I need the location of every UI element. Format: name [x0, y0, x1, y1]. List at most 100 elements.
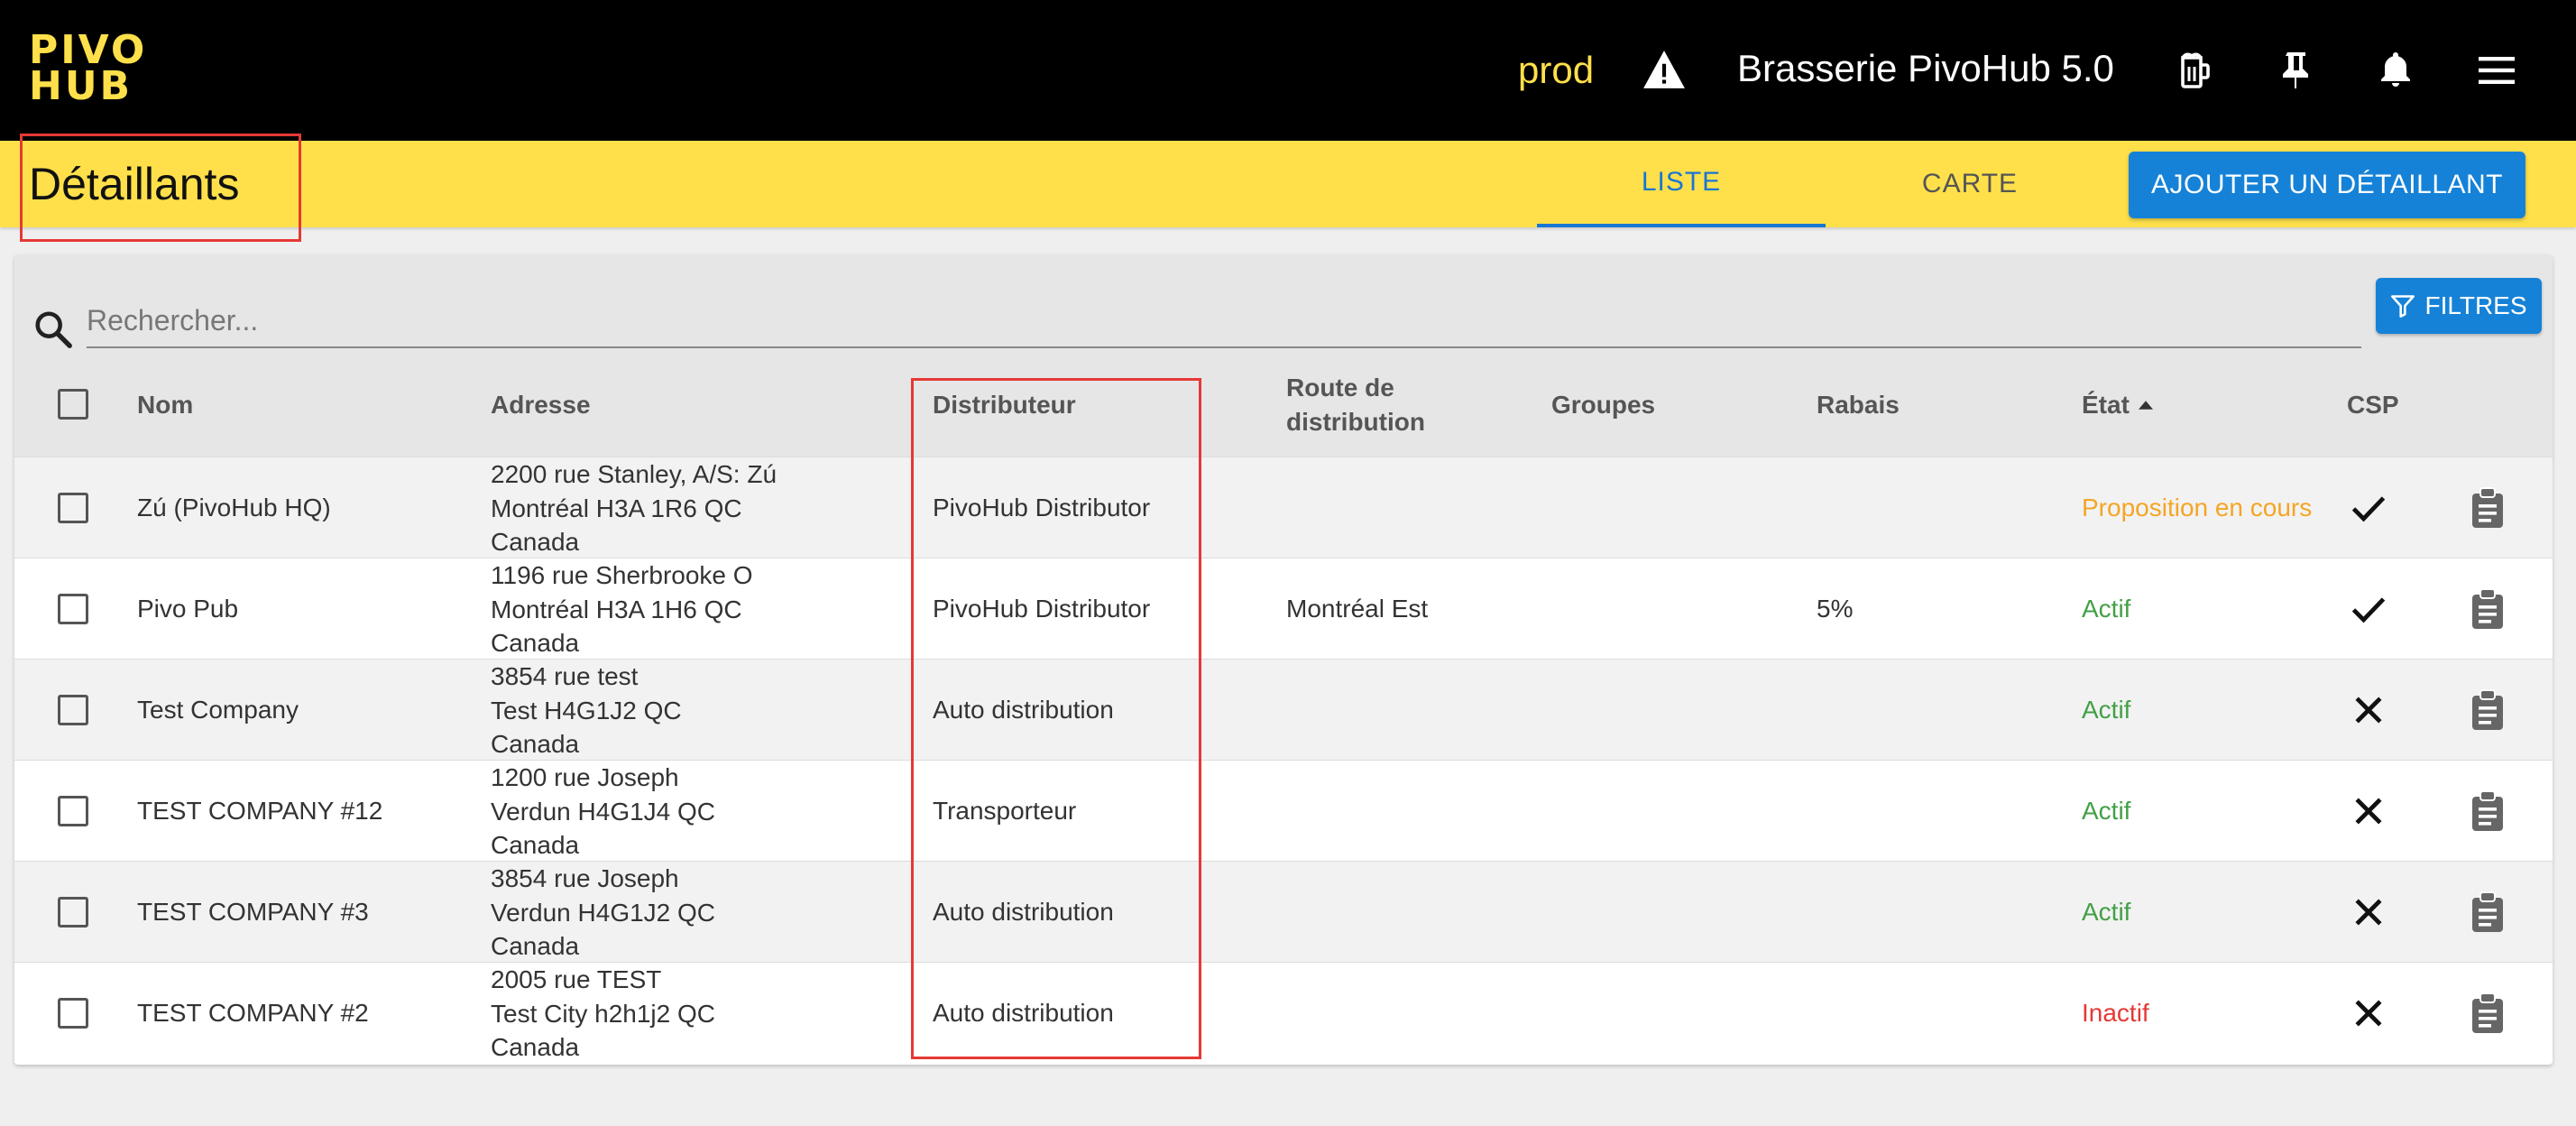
address-line-2: Verdun H4G1J2 QC — [491, 898, 716, 927]
route-header-line-1: Route de — [1286, 374, 1394, 401]
clipboard-icon[interactable] — [2470, 688, 2506, 732]
retailers-table-card: FILTRES Nom Adresse Distributeur Route d… — [14, 254, 2553, 1065]
row-checkbox[interactable] — [58, 796, 88, 826]
row-checkbox[interactable] — [58, 897, 88, 928]
tab-liste[interactable]: LISTE — [1537, 141, 1826, 227]
add-retailer-button[interactable]: AJOUTER UN DÉTAILLANT — [2129, 152, 2525, 218]
retailer-state: Proposition en cours — [2082, 494, 2313, 521]
clipboard-icon[interactable] — [2470, 587, 2506, 631]
column-header-distributor[interactable]: Distributeur — [933, 388, 1076, 422]
filters-label: FILTRES — [2424, 291, 2527, 319]
address-line-1: 1196 rue Sherbrooke O — [491, 561, 753, 589]
table-row[interactable]: TEST COMPANY #2 2005 rue TEST Test City h2… — [14, 962, 2553, 1063]
title-highlight-box — [20, 134, 301, 242]
search-icon — [35, 311, 72, 348]
retailer-distributor: Transporteur — [933, 797, 1077, 825]
retailer-state: Actif — [2082, 595, 2131, 623]
column-header-discount[interactable]: Rabais — [1817, 388, 1900, 422]
retailer-discount: 5% — [1817, 595, 1854, 623]
address-line-3: Canada — [491, 629, 580, 657]
column-header-groups[interactable]: Groupes — [1551, 388, 1655, 422]
pivohub-logo[interactable]: PIVO HUB — [29, 31, 147, 109]
clipboard-icon[interactable] — [2470, 891, 2506, 934]
address-line-3: Canada — [491, 831, 580, 859]
menu-icon[interactable] — [2471, 45, 2522, 96]
address-line-2: Test City h2h1j2 QC — [491, 999, 715, 1028]
page-header: Détaillants LISTE CARTE AJOUTER UN DÉTAI… — [0, 141, 2576, 227]
retailer-name[interactable]: TEST COMPANY #12 — [137, 794, 382, 827]
retailer-state: Actif — [2082, 797, 2131, 825]
retailer-state: Inactif — [2082, 999, 2149, 1027]
table-toolbar: FILTRES Nom Adresse Distributeur Route d… — [14, 254, 2553, 457]
table-row[interactable]: Zú (PivoHub HQ) 2200 rue Stanley, A/S: Zú… — [14, 457, 2553, 558]
retailer-address: 1196 rue Sherbrooke O Montréal H3A 1H6 QC… — [491, 558, 753, 660]
address-line-2: Verdun H4G1J4 QC — [491, 797, 716, 826]
retailer-distributor: PivoHub Distributor — [933, 494, 1151, 521]
cross-icon — [2349, 993, 2388, 1033]
retailer-name[interactable]: Zú (PivoHub HQ) — [137, 491, 331, 524]
search-input[interactable] — [87, 294, 2361, 348]
warning-icon[interactable] — [1642, 49, 1687, 90]
address-line-1: 2200 rue Stanley, A/S: Zú — [491, 460, 777, 488]
retailer-address: 2200 rue Stanley, A/S: Zú Montréal H3A 1R… — [491, 457, 777, 559]
row-checkbox[interactable] — [58, 594, 88, 624]
table-row[interactable]: TEST COMPANY #3 3854 rue Joseph Verdun H4G… — [14, 861, 2553, 962]
cross-icon — [2349, 690, 2388, 730]
retailer-distributor: Auto distribution — [933, 898, 1114, 926]
row-checkbox[interactable] — [58, 695, 88, 725]
address-line-2: Montréal H3A 1H6 QC — [491, 595, 742, 623]
retailer-state: Actif — [2082, 696, 2131, 724]
column-header-route[interactable]: Route de distribution — [1286, 371, 1425, 439]
column-header-state[interactable]: État — [2082, 388, 2153, 422]
retailer-address: 1200 rue Joseph Verdun H4G1J4 QC Canada — [491, 761, 715, 863]
pin-icon[interactable] — [2271, 45, 2322, 96]
address-line-1: 2005 rue TEST — [491, 965, 662, 993]
address-line-1: 3854 rue Joseph — [491, 864, 679, 892]
row-checkbox[interactable] — [58, 493, 88, 523]
address-line-2: Montréal H3A 1R6 QC — [491, 494, 742, 522]
select-all-checkbox[interactable] — [58, 389, 88, 420]
retailer-address: 2005 rue TEST Test City h2h1j2 QC Canada — [491, 963, 715, 1065]
clipboard-icon[interactable] — [2470, 992, 2506, 1035]
address-line-3: Canada — [491, 932, 580, 960]
tab-carte[interactable]: CARTE — [1826, 141, 2114, 227]
column-header-address[interactable]: Adresse — [491, 388, 591, 422]
address-line-3: Canada — [491, 528, 580, 556]
address-line-1: 1200 rue Joseph — [491, 763, 679, 791]
sort-ascending-icon — [2138, 401, 2153, 410]
check-icon — [2349, 488, 2388, 528]
check-icon — [2349, 589, 2388, 629]
column-header-csp[interactable]: CSP — [2347, 388, 2399, 422]
table-row[interactable]: Test Company 3854 rue test Test H4G1J2 QC C… — [14, 659, 2553, 760]
retailer-route: Montréal Est — [1286, 595, 1429, 623]
row-checkbox[interactable] — [58, 998, 88, 1029]
retailer-name[interactable]: TEST COMPANY #2 — [137, 996, 369, 1029]
filters-button[interactable]: FILTRES — [2376, 278, 2542, 334]
retailer-state: Actif — [2082, 898, 2131, 926]
retailer-distributor: Auto distribution — [933, 696, 1114, 724]
retailer-distributor: PivoHub Distributor — [933, 595, 1151, 623]
route-header-line-2: distribution — [1286, 408, 1425, 436]
table-row[interactable]: TEST COMPANY #12 1200 rue Joseph Verdun H4… — [14, 760, 2553, 861]
filter-icon — [2391, 295, 2415, 318]
bell-icon[interactable] — [2370, 45, 2421, 96]
cross-icon — [2349, 791, 2388, 831]
retailer-name[interactable]: Test Company — [137, 693, 299, 726]
retailer-name[interactable]: Pivo Pub — [137, 592, 238, 625]
address-line-1: 3854 rue test — [491, 662, 639, 690]
brewery-name[interactable]: Brasserie PivoHub 5.0 — [1737, 43, 2114, 94]
state-header-label: État — [2082, 391, 2130, 419]
clipboard-icon[interactable] — [2470, 789, 2506, 833]
logo-line-2: HUB — [29, 63, 133, 109]
address-line-2: Test H4G1J2 QC — [491, 696, 682, 725]
table-row[interactable]: Pivo Pub 1196 rue Sherbrooke O Montréal H3… — [14, 558, 2553, 659]
retailer-distributor: Auto distribution — [933, 999, 1114, 1027]
column-header-name[interactable]: Nom — [137, 388, 193, 422]
address-line-3: Canada — [491, 1033, 580, 1061]
beer-icon[interactable] — [2170, 45, 2221, 96]
retailer-name[interactable]: TEST COMPANY #3 — [137, 895, 369, 928]
clipboard-icon[interactable] — [2470, 486, 2506, 530]
environment-label: prod — [1518, 49, 1595, 91]
address-line-3: Canada — [491, 730, 580, 758]
top-bar: PIVO HUB prod Brasserie PivoHub 5.0 — [0, 0, 2576, 141]
